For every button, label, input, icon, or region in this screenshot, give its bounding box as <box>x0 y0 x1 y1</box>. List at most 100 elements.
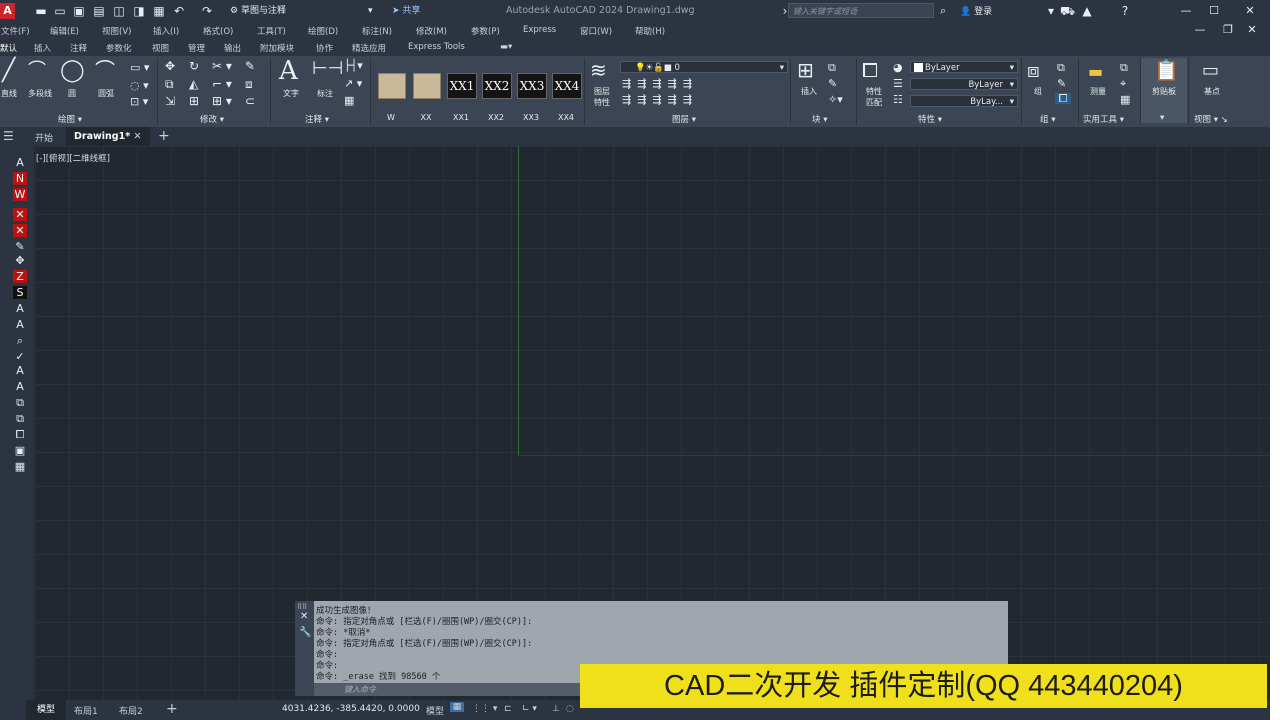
calculator-icon[interactable]: ▦ <box>1120 94 1130 105</box>
new-file-icon[interactable]: ▬ <box>34 4 48 18</box>
add-layout-icon[interactable]: + <box>166 701 178 717</box>
hatch-icon[interactable]: ◌ ▾ <box>130 80 149 91</box>
block-thumbnail-xx[interactable] <box>413 73 441 99</box>
tab-insert[interactable]: 插入 <box>34 42 51 54</box>
layers-panel-label[interactable]: 图层 ▾ <box>672 113 696 125</box>
grip-handle-icon[interactable]: ⠿⠿ <box>297 603 307 611</box>
polar-icon[interactable]: ∟ ▾ <box>522 704 537 714</box>
block-button-xx1[interactable]: XX1 <box>447 73 477 99</box>
customize-wrench-icon[interactable]: 🔧 <box>299 627 311 638</box>
color-wheel-icon[interactable]: ◕ <box>893 62 903 73</box>
model-space-button[interactable]: 模型 <box>426 704 444 717</box>
minimize-button[interactable]: — <box>1176 3 1196 19</box>
menu-help[interactable]: 帮助(H) <box>635 25 665 37</box>
create-block-icon[interactable]: ⧉ <box>828 62 836 73</box>
group-edit-icon[interactable]: ✎ <box>1057 78 1066 89</box>
text-scale-icon[interactable]: A <box>13 364 27 377</box>
block-thumbnail-w[interactable] <box>378 73 406 99</box>
group-icon[interactable]: ⧈ <box>1027 60 1040 80</box>
erase-icon[interactable]: ✎ <box>245 60 255 72</box>
block-button-xx2[interactable]: XX2 <box>482 73 512 99</box>
share-button[interactable]: ➤ 共享 <box>392 4 420 18</box>
custom-w-icon[interactable]: W <box>13 188 27 201</box>
linear-dim-icon[interactable]: ├┤▾ <box>344 60 363 71</box>
text-justify-icon[interactable]: A <box>13 380 27 393</box>
close-command-icon[interactable]: ✕ <box>300 611 308 622</box>
rotate-icon[interactable]: ↻ <box>189 60 199 72</box>
tab-collaborate[interactable]: 协作 <box>316 42 333 54</box>
mirror-icon[interactable]: ◭ <box>189 78 198 90</box>
menu-view[interactable]: 视图(V) <box>102 25 131 37</box>
web-save-icon[interactable]: ◨ <box>132 4 146 18</box>
utilities-panel-label[interactable]: 实用工具 ▾ <box>1083 113 1124 125</box>
cart-icon[interactable]: ⛟ <box>1060 4 1075 18</box>
new-tab-icon[interactable]: + <box>158 128 170 144</box>
clipboard-expand-icon[interactable]: ▾ <box>1160 113 1164 123</box>
custom-n-icon[interactable]: N <box>13 172 27 185</box>
help-icon[interactable]: ? <box>1118 4 1132 18</box>
layer-copy-icon[interactable]: ⧉ <box>13 396 27 409</box>
menu-edit[interactable]: 编辑(E) <box>50 25 79 37</box>
doc-close-button[interactable]: ✕ <box>1242 22 1262 38</box>
table-icon[interactable]: ▦ <box>344 95 354 106</box>
rectangle-icon[interactable]: ▭ ▾ <box>130 62 149 73</box>
dimension-icon[interactable]: ⊢⊣ <box>312 60 343 78</box>
text-edit-icon[interactable]: A <box>13 318 27 331</box>
layer-tools-row1-icon[interactable]: ⇶⇶⇶⇶⇶ <box>622 78 698 89</box>
draw-panel-label[interactable]: 绘图 ▾ <box>58 113 82 125</box>
save-as-icon[interactable]: ▤ <box>92 4 106 18</box>
custom-ze-icon[interactable]: Z <box>13 270 27 283</box>
menu-file[interactable]: 文件(F) <box>1 25 30 37</box>
tab-annotate[interactable]: 注释 <box>70 42 87 54</box>
menu-express[interactable]: Express <box>523 25 556 35</box>
command-input[interactable]: 键入命令 <box>314 683 580 696</box>
annotation-panel-label[interactable]: 注释 ▾ <box>305 113 329 125</box>
doc-minimize-button[interactable]: — <box>1190 22 1210 38</box>
tab-addins[interactable]: 附加模块 <box>260 42 294 54</box>
move-arrows-icon[interactable]: ✥ <box>13 254 27 267</box>
autocad-logo-icon[interactable]: A <box>0 3 15 19</box>
trim-icon[interactable]: ✂ ▾ <box>212 60 232 72</box>
command-window-grip[interactable]: ⠿⠿ ✕ 🔧 <box>295 601 314 696</box>
group-select-icon[interactable]: ⧠ <box>1055 93 1071 104</box>
base-view-icon[interactable]: ▭ <box>1202 62 1219 80</box>
block-attr-icon[interactable]: ✧▾ <box>828 94 843 105</box>
pencil-icon[interactable]: ✎ <box>13 240 27 253</box>
insert-block-icon[interactable]: ⊞ <box>797 60 814 80</box>
tab-parametric[interactable]: 参数化 <box>106 42 132 54</box>
block-button-xx3[interactable]: XX3 <box>517 73 547 99</box>
linetype-icon[interactable]: ☰ <box>893 78 903 89</box>
workspace-selector[interactable]: ⚙ 草图与注释 ▾ <box>230 4 380 18</box>
plot-icon[interactable]: ▦ <box>152 4 166 18</box>
tab-manage[interactable]: 管理 <box>188 42 205 54</box>
tab-layout1[interactable]: 布局1 <box>74 704 98 717</box>
menu-hamburger-icon[interactable]: ☰ <box>3 129 14 143</box>
text-icon[interactable]: A <box>279 58 298 84</box>
measure-icon[interactable]: ▬ <box>1088 64 1103 80</box>
layer-iso-icon[interactable]: ⧠ <box>13 428 27 441</box>
chevron-down-icon[interactable]: ▾ <box>1044 4 1058 18</box>
boundary-icon[interactable]: ⊡ ▾ <box>130 96 148 107</box>
linetype-dropdown[interactable]: ByLayer ▾ <box>910 78 1018 90</box>
custom-x-icon[interactable]: ✕ <box>13 208 27 221</box>
explode-icon[interactable]: ⧈ <box>245 78 253 90</box>
tab-express-tools[interactable]: Express Tools <box>408 42 465 52</box>
layer-properties-icon[interactable]: ≋ <box>590 60 607 80</box>
layer-dropdown[interactable]: 💡☀🔓■ 0 ▾ <box>620 61 788 73</box>
menu-dimension[interactable]: 标注(N) <box>362 25 392 37</box>
layer-merge-icon[interactable]: ⧉ <box>13 412 27 425</box>
maximize-button[interactable]: ☐ <box>1204 3 1224 19</box>
grid-icon[interactable]: ▦ <box>450 702 464 712</box>
spellcheck-icon[interactable]: ✓ <box>13 350 27 363</box>
match-properties-icon[interactable]: ⧠ <box>862 60 878 80</box>
open-file-icon[interactable]: ▭ <box>53 4 67 18</box>
menu-format[interactable]: 格式(O) <box>203 25 233 37</box>
login-button[interactable]: 👤 登录 <box>960 4 992 17</box>
groups-panel-label[interactable]: 组 ▾ <box>1040 113 1055 125</box>
isodraft-icon[interactable]: ⊥ <box>552 704 560 714</box>
menu-parametric[interactable]: 参数(P) <box>471 25 500 37</box>
tab-featured-apps[interactable]: 精选应用 <box>352 42 386 54</box>
menu-draw[interactable]: 绘图(D) <box>308 25 338 37</box>
tab-model[interactable]: 模型 <box>26 700 66 720</box>
save-icon[interactable]: ▣ <box>72 4 86 18</box>
